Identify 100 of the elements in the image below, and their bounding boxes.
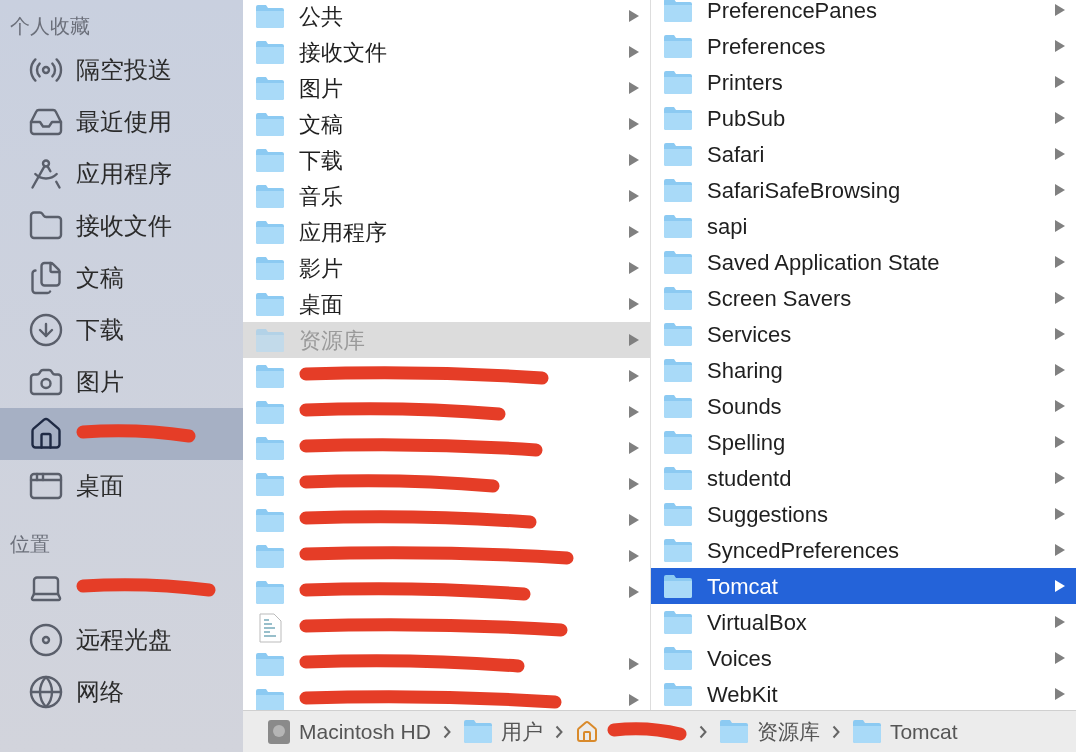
path-label: 用户 — [500, 718, 543, 745]
folder-icon — [462, 719, 493, 744]
file-row[interactable]: SyncedPreferences — [651, 532, 1076, 568]
file-name: Safari — [707, 140, 765, 169]
file-name: Voices — [707, 644, 772, 673]
path-item[interactable]: Tomcat — [851, 715, 958, 748]
sidebar-item[interactable]: 文稿 — [0, 252, 243, 304]
disclosure-arrow-icon — [1054, 615, 1066, 629]
folder-icon — [255, 363, 285, 389]
disclosure-arrow-icon — [628, 153, 640, 167]
disclosure-arrow-icon — [628, 297, 640, 311]
file-row[interactable]: studentd — [651, 460, 1076, 496]
folder-icon — [663, 537, 693, 563]
file-row[interactable]: 下载 — [243, 142, 650, 178]
file-row[interactable]: Suggestions — [651, 496, 1076, 532]
folder-icon — [663, 33, 693, 59]
sidebar-label: 文稿 — [76, 263, 124, 293]
file-row[interactable]: 图片 — [243, 70, 650, 106]
file-row[interactable]: Safari — [651, 136, 1076, 172]
sidebar-label: 应用程序 — [76, 159, 172, 189]
file-row[interactable]: 音乐 — [243, 178, 650, 214]
file-name: Services — [707, 320, 792, 349]
file-row[interactable]: 应用程序 — [243, 214, 650, 250]
file-name: Sounds — [707, 392, 782, 421]
disclosure-arrow-icon — [1054, 219, 1066, 233]
folder-icon — [663, 645, 693, 671]
file-name: sapi — [707, 212, 748, 241]
sidebar-item[interactable]: 网络 — [0, 666, 243, 718]
folder-icon — [255, 687, 285, 710]
path-item[interactable]: Macintosh HD — [267, 715, 431, 748]
file-row[interactable]: SafariSafeBrowsing — [651, 172, 1076, 208]
folder-icon — [255, 435, 285, 461]
sidebar-item[interactable]: 图片 — [0, 356, 243, 408]
path-item[interactable]: 资源库 — [718, 715, 820, 748]
path-item[interactable] — [574, 719, 687, 744]
disclosure-arrow-icon — [1054, 471, 1066, 485]
file-name: SafariSafeBrowsing — [707, 176, 901, 205]
sidebar-item[interactable]: 远程光盘 — [0, 614, 243, 666]
compass-icon — [28, 156, 64, 192]
file-row[interactable]: WebKit — [651, 676, 1076, 710]
disclosure-arrow-icon — [1054, 147, 1066, 161]
file-name: 下载 — [299, 146, 343, 175]
sidebar-item[interactable]: 最近使用 — [0, 96, 243, 148]
file-row[interactable]: PubSub — [651, 100, 1076, 136]
sidebar-label: 图片 — [76, 367, 124, 397]
file-name: 桌面 — [299, 290, 343, 319]
sidebar-label: 最近使用 — [76, 107, 172, 137]
disclosure-arrow-icon — [1054, 3, 1066, 17]
folder-icon — [851, 719, 882, 744]
sidebar-label: 下载 — [76, 315, 124, 345]
file-name: 影片 — [299, 254, 343, 283]
file-row[interactable]: Services — [651, 316, 1076, 352]
folder-icon — [663, 681, 693, 707]
file-row[interactable]: sapi — [651, 208, 1076, 244]
sidebar-label: 接收文件 — [76, 211, 172, 241]
file-row[interactable]: 影片 — [243, 250, 650, 286]
file-row[interactable]: 接收文件 — [243, 34, 650, 70]
file-row[interactable]: Tomcat — [651, 568, 1076, 604]
file-row[interactable]: PreferencePanes — [651, 0, 1076, 28]
file-row[interactable]: 桌面 — [243, 286, 650, 322]
sidebar-item[interactable]: 隔空投送 — [0, 44, 243, 96]
disclosure-arrow-icon — [628, 369, 640, 383]
sidebar-item[interactable]: 桌面 — [0, 460, 243, 512]
file-name: 图片 — [299, 74, 343, 103]
file-row[interactable]: VirtualBox — [651, 604, 1076, 640]
folder-icon — [255, 255, 285, 281]
sidebar-item[interactable] — [0, 408, 243, 460]
disclosure-arrow-icon — [628, 117, 640, 131]
folder-icon — [255, 327, 285, 353]
file-row[interactable]: Printers — [651, 64, 1076, 100]
file-row[interactable]: Saved Application State — [651, 244, 1076, 280]
folder-icon — [718, 719, 749, 744]
file-row[interactable]: Sounds — [651, 388, 1076, 424]
sidebar-item[interactable]: 接收文件 — [0, 200, 243, 252]
disclosure-arrow-icon — [628, 477, 640, 491]
file-name: 文稿 — [299, 110, 343, 139]
file-row[interactable]: Voices — [651, 640, 1076, 676]
file-row[interactable]: Screen Savers — [651, 280, 1076, 316]
file-row[interactable]: Preferences — [651, 28, 1076, 64]
disclosure-arrow-icon — [1054, 75, 1066, 89]
file-row[interactable]: Sharing — [651, 352, 1076, 388]
file-row[interactable]: 公共 — [243, 0, 650, 34]
disclosure-arrow-icon — [1054, 543, 1066, 557]
disclosure-arrow-icon — [628, 9, 640, 23]
file-name: Suggestions — [707, 500, 829, 529]
sidebar-label: 桌面 — [76, 471, 124, 501]
disclosure-arrow-icon — [1054, 327, 1066, 341]
sidebar-item[interactable]: 下载 — [0, 304, 243, 356]
download-icon — [28, 312, 64, 348]
folder-icon — [663, 105, 693, 131]
file-name: 接收文件 — [299, 38, 387, 67]
folder-icon — [255, 3, 285, 29]
path-item[interactable]: 用户 — [462, 715, 543, 748]
file-name: Printers — [707, 68, 783, 97]
file-name: Sharing — [707, 356, 783, 385]
sidebar-item[interactable]: 应用程序 — [0, 148, 243, 200]
file-row[interactable]: Spelling — [651, 424, 1076, 460]
file-row[interactable]: 文稿 — [243, 106, 650, 142]
folder-icon — [255, 399, 285, 425]
sidebar-heading: 位置 — [10, 532, 50, 557]
